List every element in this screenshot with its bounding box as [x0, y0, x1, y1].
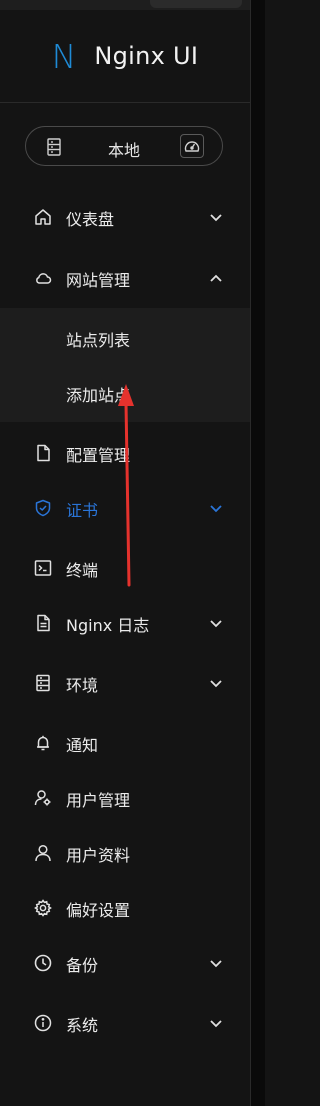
clock-icon	[34, 954, 52, 972]
browser-top-strip	[0, 0, 264, 10]
menu-label: Nginx 日志	[66, 616, 150, 635]
sidebar: N Nginx UI 本地 仪表盘 网站管理 站点列表 添加站点 配置管理 证书…	[0, 10, 250, 1106]
submenu-item-add-site[interactable]: 添加站点	[0, 370, 250, 416]
logo-icon: N	[51, 36, 77, 76]
user-gear-icon	[34, 789, 52, 807]
chevron-up-icon	[208, 270, 224, 286]
menu-label: 配置管理	[66, 446, 131, 465]
menu-label: 系统	[66, 1016, 99, 1035]
browser-tab-edge	[150, 0, 242, 8]
user-icon	[34, 844, 52, 862]
menu-label: 站点列表	[66, 331, 131, 350]
environment-selector[interactable]: 本地	[25, 126, 223, 166]
chevron-down-icon	[208, 615, 224, 631]
server-icon	[34, 674, 52, 692]
menu-label: 偏好设置	[66, 901, 131, 920]
content-area-edge	[250, 0, 265, 1106]
cloud-icon	[34, 269, 52, 287]
terminal-icon	[34, 559, 52, 577]
chevron-down-icon	[208, 675, 224, 691]
menu-label: 备份	[66, 956, 99, 975]
chevron-down-icon	[208, 955, 224, 971]
menu-item-cert[interactable]: 证书	[0, 485, 250, 531]
menu-label: 通知	[66, 736, 99, 755]
app-title: Nginx UI	[94, 42, 199, 70]
menu-label: 网站管理	[66, 271, 131, 290]
menu-label: 仪表盘	[66, 210, 115, 229]
chevron-down-icon	[208, 500, 224, 516]
menu-label: 添加站点	[66, 386, 131, 405]
menu-item-dashboard[interactable]: 仪表盘	[0, 194, 250, 240]
logo[interactable]: N Nginx UI	[0, 10, 250, 103]
shield-icon	[34, 499, 52, 517]
menu-item-users[interactable]: 用户管理	[0, 775, 250, 821]
home-icon	[34, 208, 52, 226]
menu-item-env[interactable]: 环境	[0, 660, 250, 706]
dashboard-icon[interactable]	[180, 134, 204, 158]
menu-item-logs[interactable]: Nginx 日志	[0, 600, 250, 646]
menu-item-prefs[interactable]: 偏好设置	[0, 885, 250, 931]
info-icon	[34, 1014, 52, 1032]
menu-item-profile[interactable]: 用户资料	[0, 830, 250, 876]
menu-item-system[interactable]: 系统	[0, 1000, 250, 1046]
gear-icon	[34, 899, 52, 917]
menu-item-notify[interactable]: 通知	[0, 720, 250, 766]
menu-item-config[interactable]: 配置管理	[0, 430, 250, 476]
menu-item-backup[interactable]: 备份	[0, 940, 250, 986]
file-text-icon	[34, 614, 52, 632]
menu-item-sites[interactable]: 网站管理	[0, 255, 250, 301]
file-icon	[34, 444, 52, 462]
chevron-down-icon	[208, 209, 224, 225]
menu-label: 终端	[66, 561, 99, 580]
menu-label: 用户管理	[66, 791, 131, 810]
chevron-down-icon	[208, 1015, 224, 1031]
bell-icon	[34, 734, 52, 752]
menu-label: 证书	[66, 501, 99, 520]
submenu-item-site-list[interactable]: 站点列表	[0, 315, 250, 361]
menu-item-terminal[interactable]: 终端	[0, 545, 250, 591]
menu-label: 环境	[66, 676, 99, 695]
menu-label: 用户资料	[66, 846, 131, 865]
